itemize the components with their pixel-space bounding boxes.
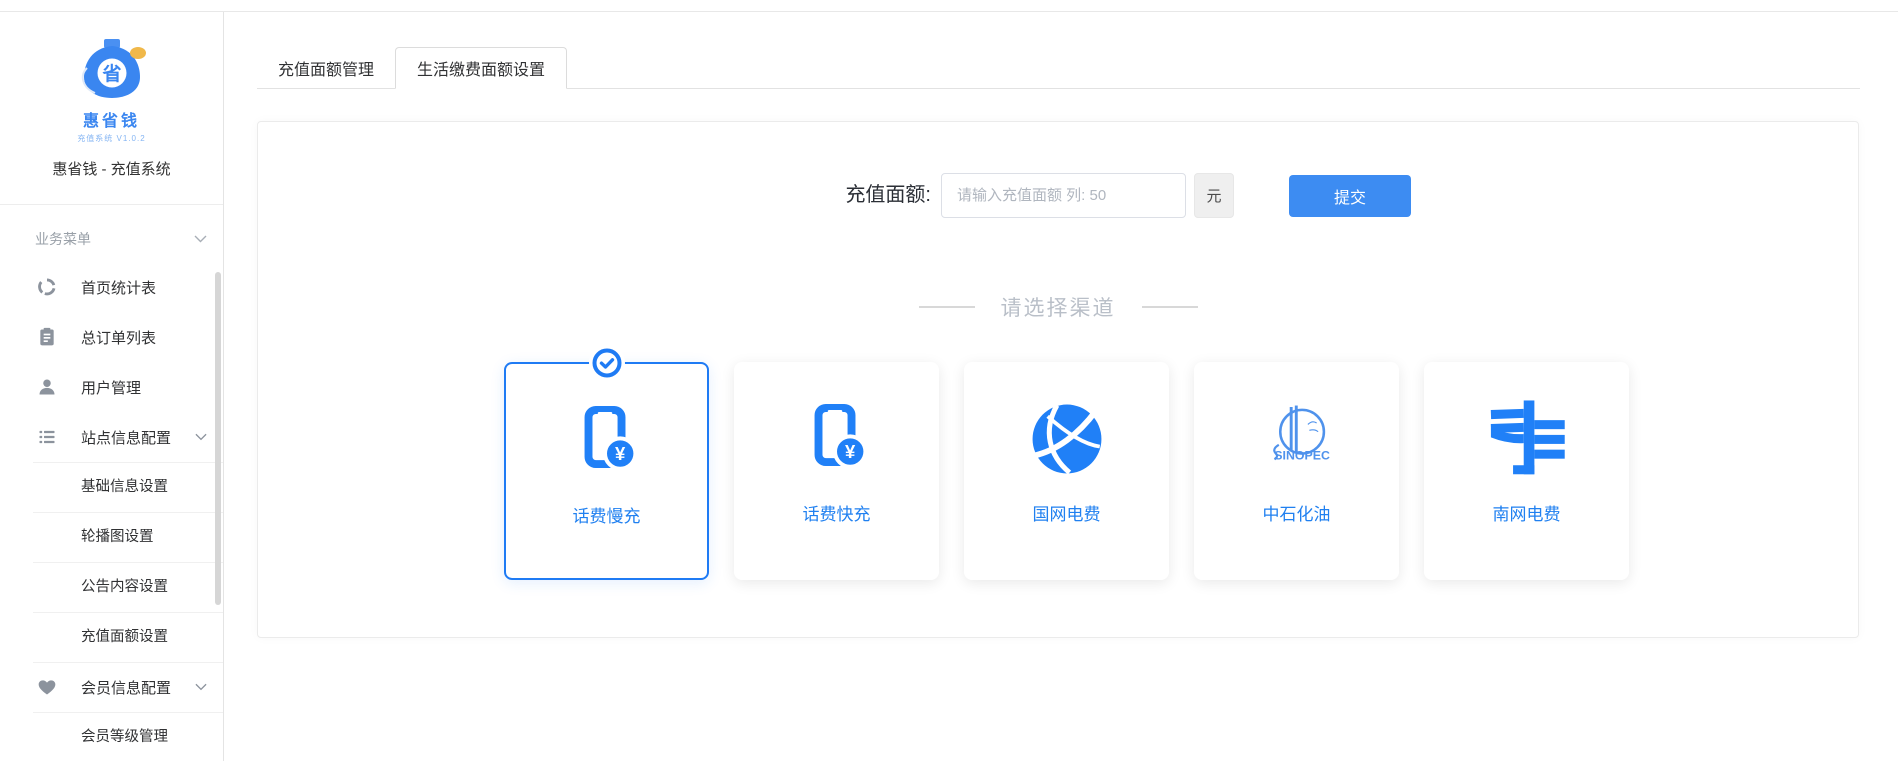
channel-divider: 请选择渠道 [258,291,1858,323]
sidebar-section-business-menu[interactable]: 业务菜单 [0,205,223,262]
sidebar-item-users[interactable]: 用户管理 [0,362,223,412]
denomination-input[interactable] [941,173,1186,218]
recharge-admin-app: 省 惠省钱 充值系统 V1.0.2 惠省钱 - 充值系统 业务菜单 [0,0,1898,761]
clipboard-icon [37,327,57,347]
section-label: 业务菜单 [35,229,91,249]
submit-button[interactable]: 提交 [1289,175,1411,217]
sidebar-item-label: 会员信息配置 [81,677,171,698]
sidebar-item-site-config[interactable]: 站点信息配置 [0,412,223,462]
phone-yen-icon: ¥ [804,398,870,480]
pie-chart-icon [37,277,57,297]
channel-card-southern-grid[interactable]: 南网电费 [1424,362,1629,580]
logo-block: 省 惠省钱 充值系统 V1.0.2 惠省钱 - 充值系统 [0,12,223,205]
sidebar-item-home-stats[interactable]: 首页统计表 [0,262,223,312]
logo-char: 省 [101,63,121,85]
sidebar-item-label: 首页统计表 [81,277,156,298]
sinopec-icon: SINOPEC [1257,398,1337,480]
divider-dash-left [919,306,975,308]
user-icon [37,377,57,397]
sidebar-item-label: 用户管理 [81,377,141,398]
channel-card-state-grid[interactable]: 国网电费 [964,362,1169,580]
heart-icon [37,677,57,697]
channel-cards: ¥ 话费慢充 ¥ 话费快充 [504,362,1629,580]
sidebar: 省 惠省钱 充值系统 V1.0.2 惠省钱 - 充值系统 业务菜单 [0,12,224,761]
content-panel: 充值面额: 元 提交 请选择渠道 [257,121,1859,638]
sidebar-subitem-member-level[interactable]: 会员等级管理 [0,712,223,761]
sidebar-item-label: 站点信息配置 [81,427,171,448]
chevron-down-icon [194,235,207,243]
money-bag-logo-icon: 省 [75,87,149,104]
channel-card-phone-slow[interactable]: ¥ 话费慢充 [504,362,709,580]
sidebar-subitem-notice[interactable]: 公告内容设置 [0,562,223,612]
channel-label: 国网电费 [1033,500,1101,525]
divider-text: 请选择渠道 [1001,292,1116,322]
tab-life-payment-denomination[interactable]: 生活缴费面额设置 [395,47,567,89]
tab-bar: 充值面额管理 生活缴费面额设置 [257,47,1860,89]
channel-label: 话费慢充 [573,502,641,527]
sidebar-item-member-config[interactable]: 会员信息配置 [0,662,223,712]
tab-denomination-management[interactable]: 充值面额管理 [257,47,395,88]
brand-version: 充值系统 V1.0.2 [0,133,223,144]
divider-dash-right [1142,306,1198,308]
chevron-down-icon [195,433,207,441]
sidebar-scrollbar-thumb[interactable] [215,272,221,605]
brand-name: 惠省钱 [0,107,223,131]
channel-label: 中石化油 [1263,500,1331,525]
app-title: 惠省钱 - 充值系统 [0,158,223,179]
channel-card-phone-fast[interactable]: ¥ 话费快充 [734,362,939,580]
yen-glyph: ¥ [845,441,856,462]
sidebar-menu: 首页统计表 总订单列表 用户管理 [0,262,223,761]
sinopec-logo-text: SINOPEC [1274,448,1330,462]
top-divider [0,11,1898,12]
yen-glyph: ¥ [615,443,626,464]
chevron-down-icon [195,683,207,691]
sidebar-item-orders[interactable]: 总订单列表 [0,312,223,362]
channel-label: 话费快充 [803,500,871,525]
channel-card-sinopec[interactable]: SINOPEC 中石化油 [1194,362,1399,580]
southern-grid-icon [1486,398,1568,480]
sidebar-item-label: 总订单列表 [81,327,156,348]
list-settings-icon [37,427,57,447]
sidebar-subitem-denomination[interactable]: 充值面额设置 [0,612,223,662]
phone-yen-icon: ¥ [574,400,640,482]
state-grid-globe-icon [1025,398,1109,480]
unit-suffix: 元 [1194,173,1234,218]
sidebar-subitem-basic-info[interactable]: 基础信息设置 [0,462,223,512]
channel-label: 南网电费 [1493,500,1561,525]
check-badge-icon [592,348,622,378]
sidebar-subitem-carousel[interactable]: 轮播图设置 [0,512,223,562]
denomination-label: 充值面额: [681,173,931,218]
